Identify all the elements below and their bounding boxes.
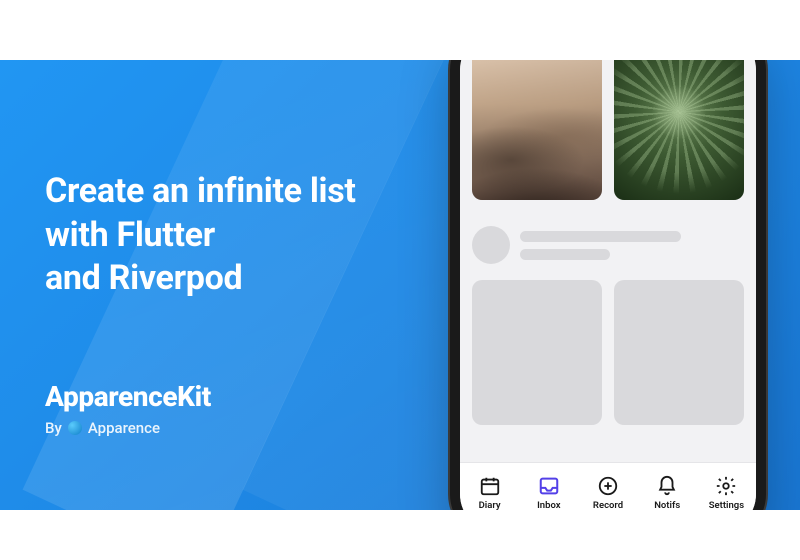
- nav-label: Settings: [709, 500, 744, 511]
- bell-icon: [656, 475, 678, 497]
- brand-company: Apparence: [88, 419, 160, 437]
- skeleton-card: [614, 280, 744, 425]
- skeleton-line: [520, 249, 610, 260]
- brand-by-prefix: By: [45, 419, 62, 437]
- image-row: [472, 60, 744, 200]
- nav-label: Diary: [479, 500, 501, 511]
- skeleton-header: [472, 226, 744, 264]
- headline-line: Create an infinite list: [45, 170, 356, 214]
- gear-icon: [715, 475, 737, 497]
- skeleton-avatar: [472, 226, 510, 264]
- nav-label: Record: [593, 500, 623, 511]
- skeleton-line: [520, 231, 681, 242]
- brand-byline: By Apparence: [45, 419, 211, 437]
- nav-label: Notifs: [654, 500, 680, 511]
- brand-kit-name: ApparenceKit: [45, 380, 211, 413]
- nav-item-inbox[interactable]: Inbox: [519, 463, 578, 510]
- brand-block: ApparenceKit By Apparence: [45, 380, 211, 437]
- headline-line: and Riverpod: [45, 257, 356, 301]
- nav-item-notifs[interactable]: Notifs: [638, 463, 697, 510]
- promo-banner: Create an infinite list with Flutter and…: [0, 0, 800, 560]
- nav-label: Inbox: [537, 500, 560, 511]
- inbox-icon: [538, 475, 560, 497]
- feed-image-plant[interactable]: [614, 60, 744, 200]
- phone-mockup: Diary Inbox Record: [450, 60, 766, 510]
- nav-item-diary[interactable]: Diary: [460, 463, 519, 510]
- calendar-icon: [479, 475, 501, 497]
- bottom-nav: Diary Inbox Record: [460, 462, 756, 510]
- nav-item-settings[interactable]: Settings: [697, 463, 756, 510]
- headline-line: with Flutter: [45, 214, 356, 258]
- apparence-logo-icon: [68, 421, 82, 435]
- plus-circle-icon: [597, 475, 619, 497]
- nav-item-record[interactable]: Record: [578, 463, 637, 510]
- headline: Create an infinite list with Flutter and…: [45, 170, 356, 301]
- banner-background: Create an infinite list with Flutter and…: [0, 60, 800, 510]
- skeleton-card: [472, 280, 602, 425]
- phone-screen: Diary Inbox Record: [460, 60, 756, 510]
- feed-image-mountain[interactable]: [472, 60, 602, 200]
- skeleton-cards: [472, 280, 744, 425]
